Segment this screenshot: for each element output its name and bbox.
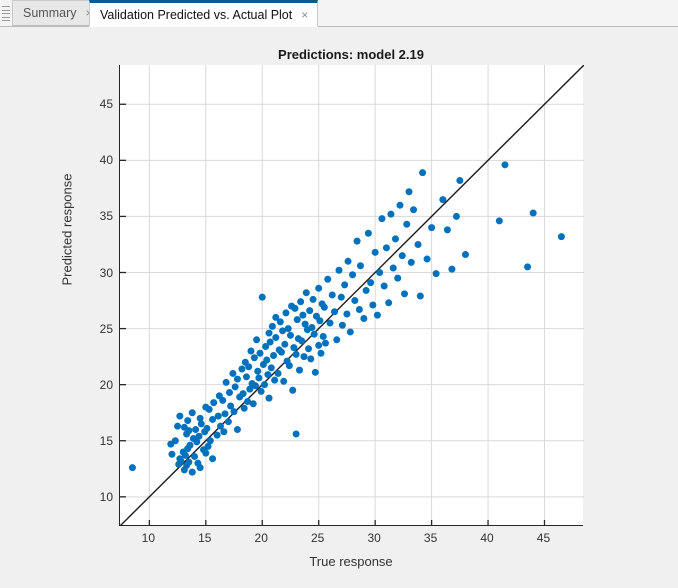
y-tick-label: 35 [99,209,113,224]
tab-summary-label: Summary [23,6,77,20]
x-tick-label: 25 [311,531,325,545]
x-tick-label: 45 [536,531,551,545]
x-axis-tick-labels: 10 15 20 25 30 35 40 45 [119,531,589,549]
x-tick-label: 30 [367,531,381,545]
y-axis-tick-labels: 10 15 20 25 30 35 40 45 [71,65,113,526]
x-tick-label: 20 [254,531,268,545]
y-tick-label: 40 [99,153,113,168]
y-tick-label: 30 [99,265,113,280]
tab-validation-label: Validation Predicted vs. Actual Plot [100,7,293,22]
y-tick-label: 10 [99,489,113,504]
x-tick-label: 40 [480,531,494,545]
x-tick-label: 35 [423,531,438,545]
x-tick-label: 10 [141,531,156,545]
scatter-plot-axes[interactable] [119,65,584,526]
y-tick-label: 45 [99,97,113,112]
y-tick-label: 20 [99,377,113,392]
reference-line [120,65,584,526]
drag-handle-icon[interactable] [2,6,10,21]
y-tick-label: 15 [99,433,113,448]
scatter-points [128,161,565,476]
plot-panel: Predictions: model 2.19 Predicted respon… [0,27,678,588]
tab-validation-predicted-vs-actual-plot[interactable]: Validation Predicted vs. Actual Plot × [89,0,319,27]
tab-strip: Summary × Validation Predicted vs. Actua… [0,0,678,27]
x-tick-label: 15 [198,531,212,545]
tab-validation-close-icon[interactable]: × [299,9,310,21]
x-axis-label: True response [309,554,393,569]
y-tick-label: 25 [99,321,113,336]
chart-title: Predictions: model 2.19 [278,47,424,62]
scatter-plot-canvas [120,65,584,526]
